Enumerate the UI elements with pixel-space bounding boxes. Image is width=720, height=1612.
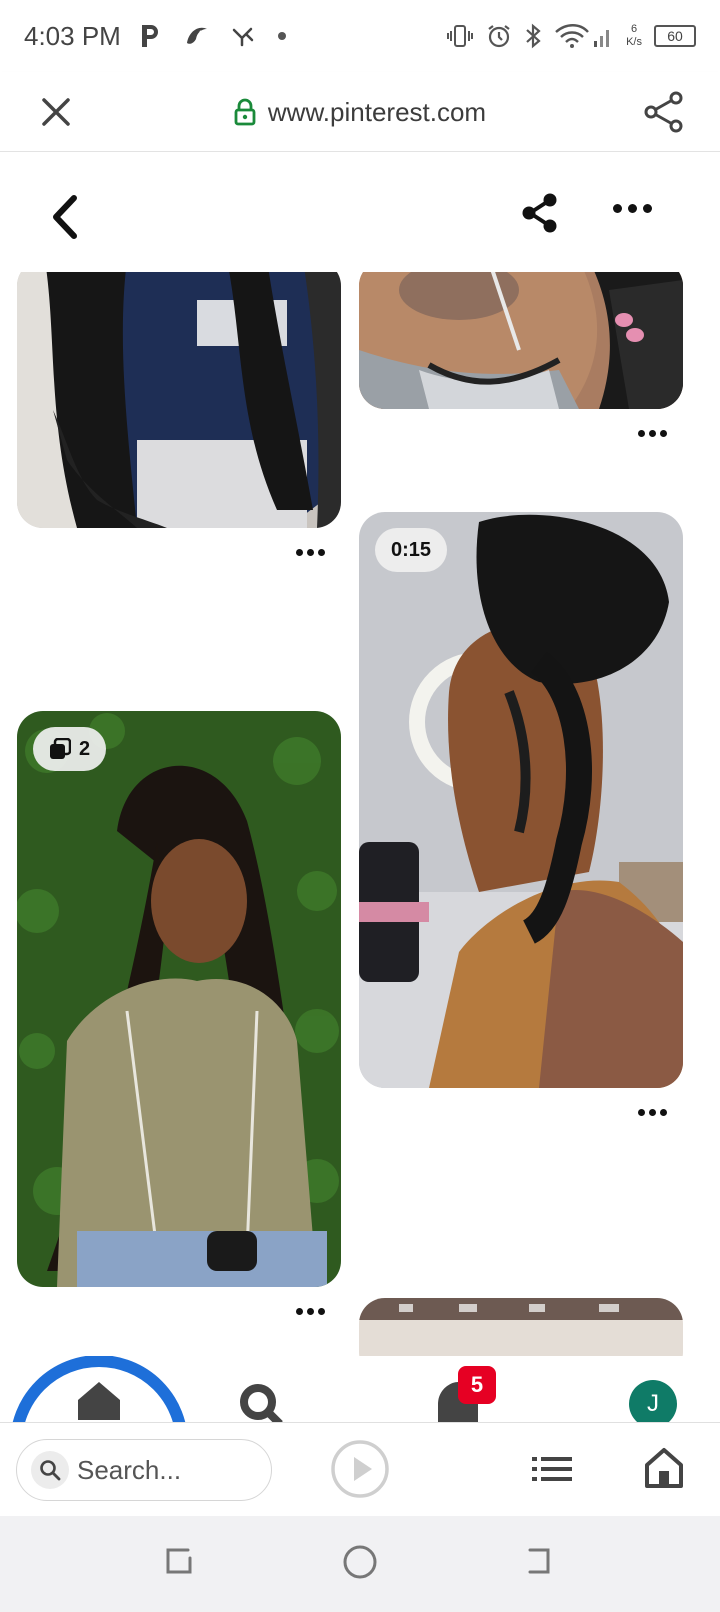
home-tab-icon[interactable] bbox=[74, 1380, 124, 1420]
home-nav-icon[interactable] bbox=[342, 1544, 378, 1580]
pin-options-button[interactable] bbox=[290, 1299, 330, 1323]
pin-card[interactable] bbox=[359, 260, 683, 409]
search-input[interactable]: Search... bbox=[16, 1439, 272, 1501]
pin-share-icon[interactable] bbox=[520, 192, 560, 234]
pin-image bbox=[359, 512, 683, 1088]
image-count: 2 bbox=[79, 737, 91, 760]
pin-card[interactable]: 2 bbox=[17, 711, 341, 1287]
avatar-initial: J bbox=[647, 1390, 659, 1417]
pandora-icon bbox=[141, 25, 158, 47]
url-text[interactable]: www.pinterest.com bbox=[268, 97, 486, 128]
pin-image bbox=[17, 711, 341, 1287]
search-placeholder: Search... bbox=[77, 1454, 182, 1485]
battery-indicator: 60 bbox=[654, 25, 696, 47]
battery-level: 60 bbox=[667, 28, 683, 44]
pin-options-button[interactable] bbox=[290, 540, 330, 564]
pin-image bbox=[359, 260, 683, 409]
notification-count: 5 bbox=[470, 1372, 484, 1397]
net-speed: 6 K/s bbox=[626, 23, 642, 49]
video-duration-badge: 0:15 bbox=[375, 528, 448, 572]
play-video-icon[interactable] bbox=[330, 1439, 390, 1499]
status-system-icons: 6 K/s 60 bbox=[446, 23, 696, 49]
wifi-signal-icon bbox=[555, 24, 610, 48]
pin-options-button[interactable] bbox=[632, 421, 672, 445]
bluetooth-icon bbox=[526, 23, 541, 49]
system-navigation-bar bbox=[0, 1516, 720, 1612]
y-app-icon bbox=[232, 27, 254, 47]
more-options-icon[interactable] bbox=[612, 196, 652, 220]
url-display: www.pinterest.com bbox=[0, 72, 720, 152]
bird-app-icon bbox=[186, 27, 207, 44]
video-duration: 0:15 bbox=[391, 538, 432, 561]
recent-apps-icon[interactable] bbox=[162, 1544, 196, 1578]
stacked-images-icon bbox=[50, 738, 71, 759]
status-time: 4:03 PM bbox=[24, 20, 121, 51]
alarm-icon bbox=[488, 25, 510, 48]
pin-options-button[interactable] bbox=[632, 1100, 672, 1124]
share-icon[interactable] bbox=[642, 90, 686, 134]
browser-address-bar: www.pinterest.com bbox=[0, 72, 720, 152]
lock-icon bbox=[234, 98, 256, 126]
net-speed-unit: K/s bbox=[626, 36, 642, 48]
vibrate-icon bbox=[447, 25, 474, 47]
search-icon-wrap bbox=[31, 1451, 69, 1489]
multi-image-badge: 2 bbox=[33, 727, 107, 771]
app-bottom-nav bbox=[0, 1356, 720, 1422]
more-notifications-dot-icon bbox=[277, 32, 286, 40]
back-arrow-icon[interactable] bbox=[44, 192, 88, 242]
profile-avatar[interactable]: J bbox=[629, 1380, 677, 1428]
pin-card[interactable] bbox=[17, 260, 341, 528]
status-notification-icons bbox=[139, 23, 287, 49]
back-nav-icon[interactable] bbox=[522, 1544, 556, 1578]
browser-home-icon[interactable] bbox=[644, 1447, 684, 1489]
status-bar: 4:03 PM 6 K/s 60 bbox=[0, 0, 720, 72]
pin-image bbox=[17, 260, 341, 528]
browser-bottom-toolbar: Search... bbox=[0, 1422, 720, 1516]
pin-card[interactable]: 0:15 bbox=[359, 512, 683, 1088]
close-icon[interactable] bbox=[36, 92, 76, 132]
search-tab-icon[interactable] bbox=[236, 1382, 286, 1422]
list-menu-icon[interactable] bbox=[532, 1451, 572, 1487]
search-icon bbox=[40, 1460, 61, 1481]
screen: 4:03 PM 6 K/s 60 www.pinterest.com 0:15 … bbox=[0, 0, 720, 1612]
notification-count-badge: 5 bbox=[458, 1366, 496, 1404]
net-speed-value: 6 bbox=[630, 23, 638, 35]
